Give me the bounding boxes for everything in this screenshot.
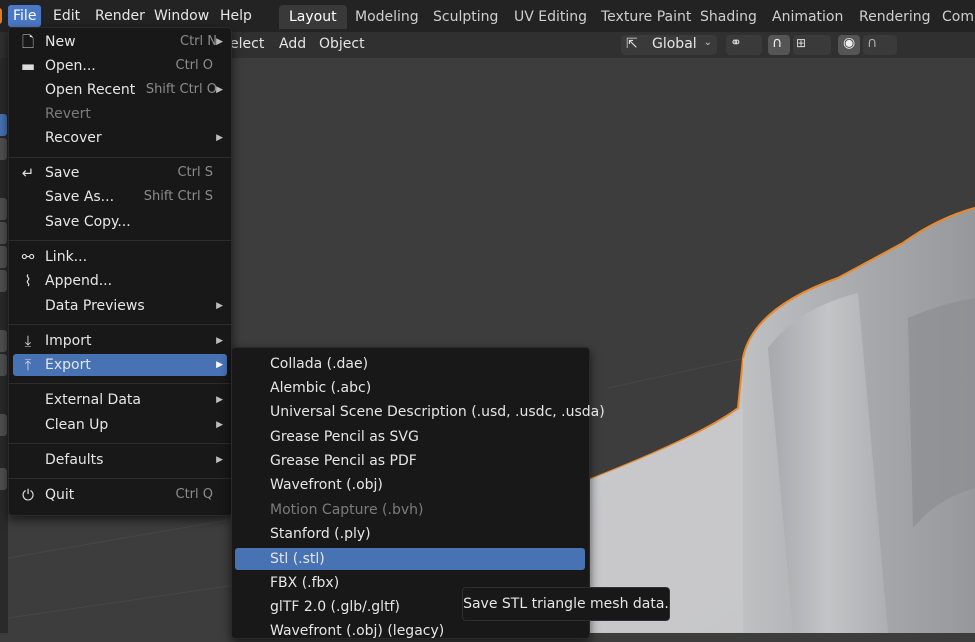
export-item-stl[interactable]: Stl (.stl) [235, 548, 585, 570]
tab-shading[interactable]: Shading [690, 5, 767, 29]
tool-extra[interactable] [0, 468, 7, 490]
link-pivot-icon: ⚭ [730, 35, 742, 51]
submenu-arrow-icon: ▶ [216, 395, 223, 405]
save-icon: ↵ [21, 164, 35, 182]
tool-transform[interactable] [0, 270, 7, 292]
paperclip-icon: ⌇ [24, 272, 32, 290]
new-file-icon: 🗋 [21, 33, 35, 51]
chevron-down-icon: ⌄ [703, 37, 712, 48]
submenu-arrow-icon: ▶ [216, 336, 223, 346]
menu-item-defaults[interactable]: Defaults ▶ [13, 449, 227, 471]
menu-item-open[interactable]: ▬ Open... Ctrl O [13, 55, 227, 77]
menu-file[interactable]: File [8, 5, 42, 27]
menu-item-clean-up[interactable]: Clean Up ▶ [13, 414, 227, 436]
tab-modeling[interactable]: Modeling [345, 5, 429, 29]
menu-divider [9, 157, 231, 158]
export-item-motion-capture[interactable]: Motion Capture (.bvh) [235, 499, 585, 521]
menu-item-save[interactable]: ↵ Save Ctrl S [13, 162, 227, 184]
menu-item-external-data[interactable]: External Data ▶ [13, 389, 227, 411]
menu-item-revert[interactable]: Revert [13, 103, 227, 125]
import-icon: ⤓ [24, 332, 32, 350]
menu-window[interactable]: Window [149, 5, 214, 27]
link-icon: ⚯ [21, 248, 35, 266]
submenu-arrow-icon: ▶ [216, 455, 223, 465]
tool-annotate[interactable] [0, 330, 7, 352]
blender-logo-icon[interactable] [0, 8, 2, 24]
menu-item-save-as[interactable]: Save As... Shift Ctrl S [13, 186, 227, 208]
submenu-arrow-icon: ▶ [216, 420, 223, 430]
menu-item-data-previews[interactable]: Data Previews ▶ [13, 295, 227, 317]
export-item-alembic[interactable]: Alembic (.abc) [235, 377, 585, 399]
menu-item-quit[interactable]: ⏻ Quit Ctrl Q [13, 484, 227, 506]
menu-edit[interactable]: Edit [48, 5, 85, 27]
export-icon: ⤒ [24, 356, 32, 374]
snap-increment-icon: ⊞ [796, 36, 807, 50]
header-object-menu[interactable]: Object [319, 36, 365, 52]
menu-item-save-copy[interactable]: Save Copy... [13, 211, 227, 233]
export-item-wavefront-obj[interactable]: Wavefront (.obj) [235, 474, 585, 496]
tooltip-text: Save STL triangle mesh data. [463, 596, 669, 612]
export-item-collada[interactable]: Collada (.dae) [235, 353, 585, 375]
falloff-dropdown[interactable]: ∩ [863, 35, 897, 55]
menu-render[interactable]: Render [90, 5, 150, 27]
tool-move[interactable] [0, 198, 7, 220]
tab-layout[interactable]: Layout [279, 5, 347, 29]
tool-measure[interactable] [0, 354, 7, 376]
tool-rotate[interactable] [0, 222, 7, 244]
submenu-arrow-icon: ▶ [216, 85, 223, 95]
tab-compositing[interactable]: Comp [932, 5, 975, 29]
menu-item-import[interactable]: ⤓ Import ▶ [13, 330, 227, 352]
tab-animation[interactable]: Animation [762, 5, 853, 29]
tool-cursor[interactable] [0, 138, 7, 160]
menu-divider [9, 478, 231, 479]
tool-scale[interactable] [0, 246, 7, 268]
menu-divider [9, 383, 231, 384]
snap-toggle[interactable]: ∩ [768, 35, 790, 55]
tool-select-box[interactable] [0, 114, 7, 136]
menu-item-open-recent[interactable]: Open Recent Shift Ctrl O ▶ [13, 79, 227, 101]
tool-add-cube[interactable] [0, 414, 7, 436]
orientation-label: Global [652, 36, 697, 52]
tooltip: Save STL triangle mesh data. [462, 587, 670, 621]
export-item-grease-pencil-pdf[interactable]: Grease Pencil as PDF [235, 450, 585, 472]
folder-icon: ▬ [20, 57, 36, 75]
proportional-edit-toggle[interactable]: ◉ [838, 35, 860, 55]
proportional-edit-icon: ◉ [843, 35, 856, 51]
orientation-gizmo-icon: ⇱ [626, 36, 638, 52]
file-menu-dropdown: 🗋 New Ctrl N ▶ ▬ Open... Ctrl O Open Rec… [8, 27, 232, 516]
submenu-arrow-icon: ▶ [216, 360, 223, 370]
tab-sculpting[interactable]: Sculpting [423, 5, 508, 29]
pivot-point-dropdown[interactable]: ⚭ [726, 35, 762, 55]
tab-uv-editing[interactable]: UV Editing [504, 5, 597, 29]
submenu-arrow-icon: ▶ [216, 301, 223, 311]
snap-target-dropdown[interactable]: ⊞ [793, 35, 831, 55]
menu-item-append[interactable]: ⌇ Append... [13, 270, 227, 292]
menu-item-new[interactable]: 🗋 New Ctrl N ▶ [13, 31, 227, 53]
export-item-grease-pencil-svg[interactable]: Grease Pencil as SVG [235, 426, 585, 448]
menu-item-export[interactable]: ⤒ Export ▶ [13, 354, 227, 376]
header-add-menu[interactable]: Add [279, 36, 306, 52]
toolbar [0, 58, 8, 633]
falloff-curve-icon: ∩ [867, 35, 878, 51]
menu-item-link[interactable]: ⚯ Link... [13, 246, 227, 268]
menu-divider [9, 443, 231, 444]
power-icon: ⏻ [22, 486, 34, 504]
export-item-stanford-ply[interactable]: Stanford (.ply) [235, 523, 585, 545]
magnet-icon: ∩ [772, 35, 783, 51]
submenu-arrow-icon: ▶ [216, 37, 223, 47]
tab-texture-paint[interactable]: Texture Paint [591, 5, 701, 29]
submenu-arrow-icon: ▶ [216, 133, 223, 143]
menu-item-recover[interactable]: Recover ▶ [13, 127, 227, 149]
menu-divider [9, 324, 231, 325]
transform-orientation-dropdown[interactable]: ⇱ Global ⌄ [621, 35, 717, 55]
tab-rendering[interactable]: Rendering [849, 5, 941, 29]
header-select-menu[interactable]: elect [230, 36, 264, 52]
export-item-wavefront-legacy[interactable]: Wavefront (.obj) (legacy) [235, 620, 585, 642]
menu-divider [9, 240, 231, 241]
menu-help[interactable]: Help [215, 5, 257, 27]
export-item-usd[interactable]: Universal Scene Description (.usd, .usdc… [235, 401, 605, 423]
